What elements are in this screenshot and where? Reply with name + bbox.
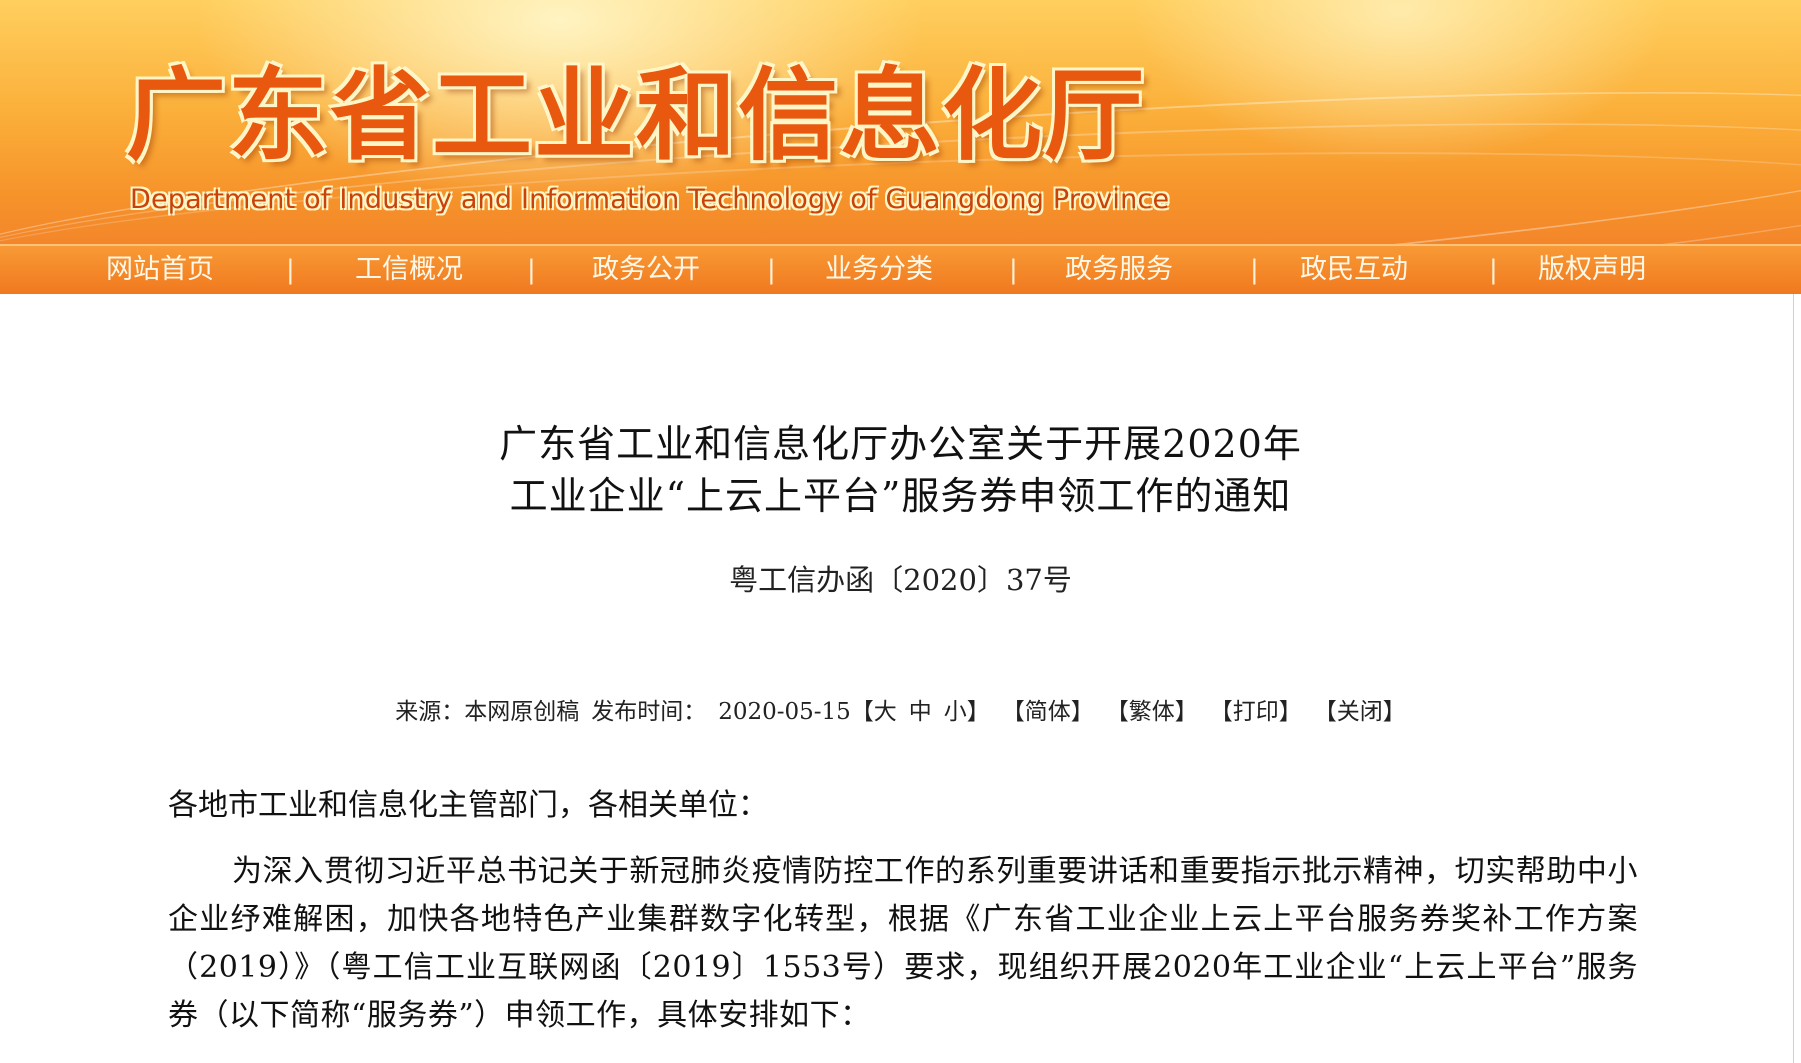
article-salutation: 各地市工业和信息化主管部门，各相关单位： bbox=[168, 788, 768, 823]
nav-separator: | bbox=[527, 255, 536, 285]
nav-separator: | bbox=[767, 255, 776, 285]
article-meta: 来源：本网原创稿 发布时间： 2020-05-15【大中小】 【简体】 【繁体】 【打印】… bbox=[0, 696, 1801, 728]
font-size-medium-link[interactable]: 中 bbox=[909, 696, 932, 728]
nav-item-overview[interactable]: 工信概况 bbox=[355, 246, 463, 294]
simplified-chinese-link[interactable]: 【简体】 bbox=[1002, 696, 1094, 728]
site-title: 广东省工业和信息化厅 bbox=[126, 57, 1146, 174]
site-subtitle: Department of Industry and Information T… bbox=[130, 184, 1170, 215]
nav-item-government-services[interactable]: 政务服务 bbox=[1065, 246, 1173, 294]
nav-separator: | bbox=[286, 255, 295, 285]
article-paragraph: 为深入贯彻习近平总书记关于新冠肺炎疫情防控工作的系列重要讲话和重要指示批示精神，… bbox=[168, 854, 1638, 1033]
nav-item-business-categories[interactable]: 业务分类 bbox=[825, 246, 933, 294]
nav-separator: | bbox=[1250, 255, 1259, 285]
close-link[interactable]: 【关闭】 bbox=[1314, 696, 1406, 728]
font-size-small-link[interactable]: 小 bbox=[944, 696, 967, 728]
article-title-line: 工业企业“上云上平台”服务券申领工作的通知 bbox=[509, 474, 1292, 518]
site-banner: 广东省工业和信息化厅 Department of Industry and In… bbox=[0, 0, 1801, 244]
nav-item-interaction[interactable]: 政民互动 bbox=[1300, 246, 1408, 294]
article-title-line: 广东省工业和信息化厅办公室关于开展2020年 bbox=[499, 422, 1302, 466]
nav-item-home[interactable]: 网站首页 bbox=[106, 246, 214, 294]
nav-separator: | bbox=[1009, 255, 1018, 285]
nav-separator: | bbox=[1489, 255, 1498, 285]
document-number: 粤工信办函〔2020〕37号 bbox=[729, 563, 1072, 597]
page-edge-divider bbox=[1793, 294, 1794, 1063]
traditional-chinese-link[interactable]: 【繁体】 bbox=[1106, 696, 1198, 728]
print-link[interactable]: 【打印】 bbox=[1210, 696, 1302, 728]
source-label: 来源：本网原创稿 bbox=[395, 699, 580, 725]
font-size-large-link[interactable]: 大 bbox=[874, 696, 897, 728]
font-size-bracket: 】 bbox=[966, 699, 990, 725]
main-nav: 网站首页 | 工信概况 | 政务公开 | 业务分类 | 政务服务 | 政民互动 … bbox=[0, 244, 1801, 294]
nav-item-copyright[interactable]: 版权声明 bbox=[1538, 246, 1646, 294]
publish-time-label: 发布时间： bbox=[591, 699, 707, 725]
article-title: 广东省工业和信息化厅办公室关于开展2020年 工业企业“上云上平台”服务券申领工… bbox=[0, 418, 1801, 522]
nav-item-public-affairs[interactable]: 政务公开 bbox=[592, 246, 700, 294]
publish-date: 2020-05-15 bbox=[718, 699, 851, 725]
font-size-bracket: 【 bbox=[850, 699, 874, 725]
